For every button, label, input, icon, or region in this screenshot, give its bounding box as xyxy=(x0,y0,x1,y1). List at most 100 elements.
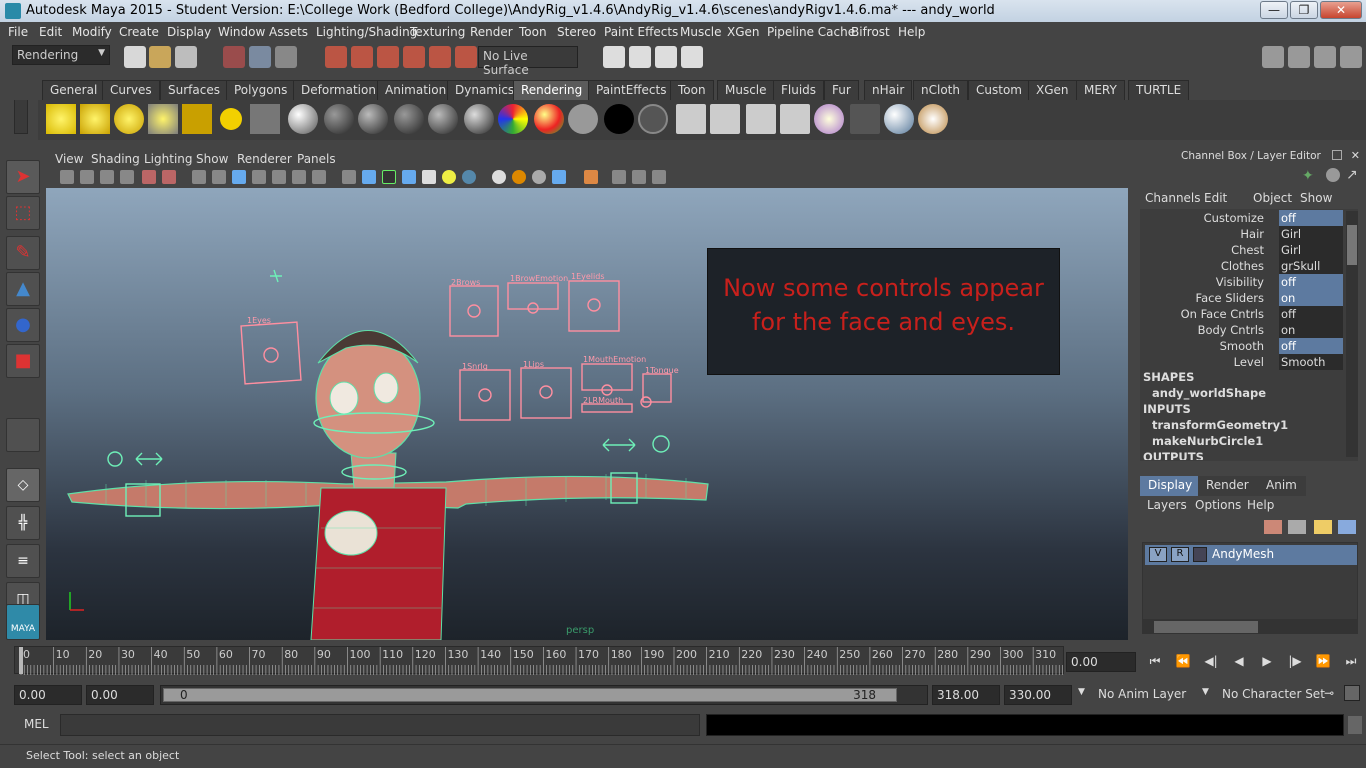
menu-texturing[interactable]: Texturing xyxy=(410,25,465,39)
close-panel-icon[interactable]: ✕ xyxy=(1351,149,1360,162)
channel-value[interactable]: off xyxy=(1279,306,1343,322)
channel-menu-object[interactable]: Object xyxy=(1253,191,1292,205)
go-to-end-icon[interactable]: ⏭ xyxy=(1340,654,1362,670)
render-current-icon[interactable] xyxy=(676,104,706,134)
select-hierarchy-icon[interactable] xyxy=(223,46,245,68)
tab-custom[interactable]: Custom xyxy=(968,80,1030,100)
wireframe-on-shaded-icon[interactable] xyxy=(382,170,396,184)
shading-map-icon[interactable] xyxy=(568,104,598,134)
panel-menu-renderer[interactable]: Renderer xyxy=(237,152,292,166)
channel-value[interactable]: off xyxy=(1279,338,1343,354)
snap-curve-icon[interactable] xyxy=(351,46,373,68)
mental-ray-icon[interactable] xyxy=(884,104,914,134)
step-forward-key-icon[interactable]: ⏩ xyxy=(1312,654,1334,670)
ambient-light-icon[interactable] xyxy=(46,104,76,134)
maximize-button[interactable]: ❐ xyxy=(1290,1,1318,19)
layered-shader-icon[interactable] xyxy=(498,104,528,134)
resolution-gate-icon[interactable] xyxy=(232,170,246,184)
minimize-button[interactable]: — xyxy=(1260,1,1288,19)
input-node[interactable]: transformGeometry1 xyxy=(1152,418,1288,432)
render-globals-icon[interactable] xyxy=(780,104,810,134)
grid-icon[interactable] xyxy=(192,170,206,184)
camera-attributes-icon[interactable] xyxy=(80,170,94,184)
scale-tool-icon[interactable]: ■ xyxy=(6,344,40,378)
new-layer-selected-icon[interactable] xyxy=(1264,520,1282,534)
tool-settings-toggle-icon[interactable] xyxy=(1288,46,1310,68)
channel-value[interactable]: grSkull xyxy=(1279,258,1343,274)
tab-ncloth[interactable]: nCloth xyxy=(913,80,968,100)
xray-components-icon[interactable] xyxy=(652,170,666,184)
snap-view-icon[interactable] xyxy=(429,46,451,68)
channel-row[interactable]: Customize off xyxy=(1142,210,1343,226)
channel-row[interactable]: On Face Cntrls off xyxy=(1142,306,1343,322)
tab-surfaces[interactable]: Surfaces xyxy=(160,80,228,100)
single-perspective-layout-icon[interactable]: ◇ xyxy=(6,468,40,502)
play-backwards-icon[interactable]: ◀ xyxy=(1228,654,1250,670)
panel-menu-shading[interactable]: Shading xyxy=(91,152,140,166)
panel-menu-lighting[interactable]: Lighting xyxy=(144,152,193,166)
rotate-tool-icon[interactable]: ● xyxy=(6,308,40,342)
panel-menu-view[interactable]: View xyxy=(55,152,83,166)
snap-grid-icon[interactable] xyxy=(325,46,347,68)
panel-menu-panels[interactable]: Panels xyxy=(297,152,336,166)
last-tool-icon[interactable] xyxy=(6,418,40,452)
character-set-dropdown[interactable]: No Character Set xyxy=(1222,687,1325,701)
menu-window[interactable]: Window xyxy=(218,25,265,39)
animation-preferences-icon[interactable] xyxy=(1344,685,1360,701)
outliner-layout-icon[interactable]: ≡ xyxy=(6,544,40,578)
shadows-icon[interactable] xyxy=(462,170,476,184)
make-live-icon[interactable] xyxy=(455,46,477,68)
menu-render[interactable]: Render xyxy=(470,25,513,39)
use-all-lights-icon[interactable] xyxy=(442,170,456,184)
channel-row[interactable]: Hair Girl xyxy=(1142,226,1343,242)
tab-general[interactable]: General xyxy=(42,80,106,100)
menu-stereo[interactable]: Stereo xyxy=(557,25,596,39)
textured-icon[interactable] xyxy=(402,170,416,184)
layer-color-swatch[interactable] xyxy=(1193,547,1207,562)
menu-bifrost[interactable]: Bifrost xyxy=(851,25,890,39)
chevron-down-icon[interactable]: ▼ xyxy=(1078,687,1085,697)
spot-light-icon[interactable] xyxy=(148,104,178,134)
chevron-down-icon[interactable]: ▼ xyxy=(1202,687,1209,697)
scroll-thumb[interactable] xyxy=(1347,225,1357,265)
tab-fluids[interactable]: Fluids xyxy=(773,80,825,100)
channel-menu-channels[interactable]: Channels xyxy=(1145,191,1201,205)
render-frame-icon[interactable] xyxy=(603,46,625,68)
playback-start-field[interactable]: 0.00 xyxy=(86,685,154,705)
animation-start-field[interactable]: 0.00 xyxy=(14,685,82,705)
area-light-icon[interactable] xyxy=(182,104,212,134)
channel-value[interactable]: on xyxy=(1279,290,1343,306)
menu-display[interactable]: Display xyxy=(167,25,211,39)
attribute-editor-toggle-icon[interactable] xyxy=(1262,46,1284,68)
tab-curves[interactable]: Curves xyxy=(102,80,160,100)
panel-menu-show[interactable]: Show xyxy=(196,152,228,166)
channel-menu-show[interactable]: Show xyxy=(1300,191,1332,205)
layer-menu-layers[interactable]: Layers xyxy=(1147,498,1187,512)
menu-create[interactable]: Create xyxy=(119,25,159,39)
gate-mask-icon[interactable] xyxy=(252,170,266,184)
channel-value[interactable]: off xyxy=(1279,274,1343,290)
move-tool-icon[interactable]: ▲ xyxy=(6,272,40,306)
channel-value[interactable]: on xyxy=(1279,322,1343,338)
save-scene-icon[interactable] xyxy=(175,46,197,68)
key-icon[interactable]: ⊸ xyxy=(1324,686,1334,700)
menu-toon[interactable]: Toon xyxy=(519,25,547,39)
close-button[interactable]: ✕ xyxy=(1320,1,1362,19)
live-surface-field[interactable]: No Live Surface xyxy=(478,46,578,77)
safe-title-icon[interactable] xyxy=(312,170,326,184)
menu-xgen[interactable]: XGen xyxy=(727,25,760,39)
channel-row[interactable]: Clothes grSkull xyxy=(1142,258,1343,274)
blinn-material-icon[interactable] xyxy=(358,104,388,134)
layer-tab-anim[interactable]: Anim xyxy=(1256,476,1306,496)
tab-polygons[interactable]: Polygons xyxy=(226,80,296,100)
layer-row-andymesh[interactable]: V R AndyMesh xyxy=(1145,545,1357,565)
open-scene-icon[interactable] xyxy=(149,46,171,68)
hscroll-thumb[interactable] xyxy=(1154,621,1258,633)
layer-visibility-toggle[interactable]: V xyxy=(1149,547,1167,562)
field-chart-icon[interactable] xyxy=(272,170,286,184)
new-layer-icon[interactable] xyxy=(1288,520,1306,534)
channel-value[interactable]: Smooth xyxy=(1279,354,1343,370)
grease-pencil-icon[interactable] xyxy=(162,170,176,184)
tab-animation[interactable]: Animation xyxy=(377,80,455,100)
hypershade-icon[interactable] xyxy=(681,46,703,68)
